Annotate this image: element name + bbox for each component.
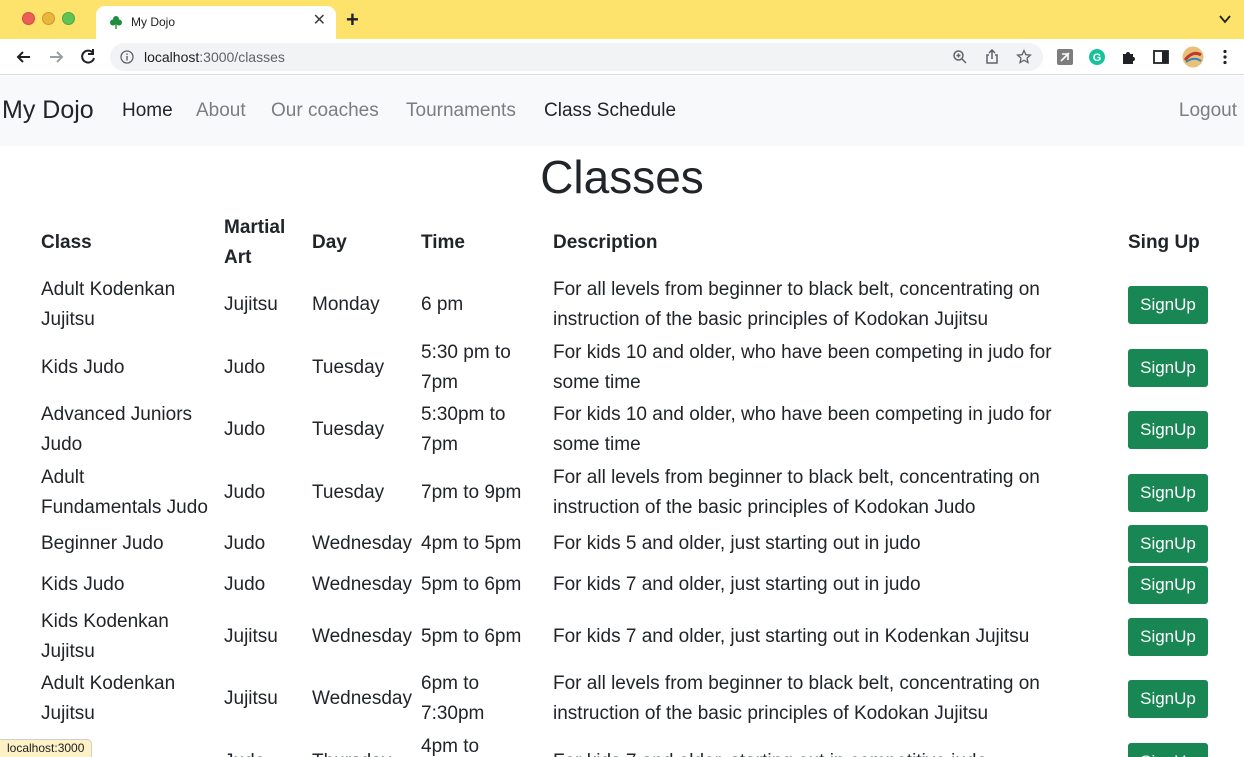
puzzle-extensions-icon[interactable] (1120, 48, 1138, 66)
cell-martial-art: Jujitsu (224, 294, 278, 315)
logout-link[interactable]: Logout (1179, 100, 1237, 122)
cell-day: Monday (312, 294, 380, 315)
cell-time: 5:30pm to 7pm (421, 404, 506, 455)
cell-description: For all levels from beginner to black be… (553, 279, 1040, 330)
cell-class-name: Kids Judo (41, 574, 125, 595)
back-icon[interactable] (14, 47, 34, 67)
new-tab-icon[interactable]: + (346, 9, 359, 31)
signup-button[interactable]: SignUp (1128, 286, 1208, 324)
cell-class-name: Adult Kodenkan Jujitsu (41, 279, 176, 330)
cell-day: Wednesday (312, 574, 412, 595)
cell-martial-art: Judo (224, 419, 266, 440)
browser-tab-bar: My Dojo ✕ + (0, 0, 1244, 39)
status-bar-url: localhost:3000 (0, 739, 93, 757)
cell-time: 7pm to 9pm (421, 482, 522, 503)
site-navbar: My Dojo Home About Our coaches Tournamen… (0, 76, 1244, 146)
window-minimize-button[interactable] (42, 12, 55, 25)
cell-class-name: Kids Kodenkan Jujitsu (41, 611, 169, 662)
cell-martial-art: Judo (224, 574, 266, 595)
signup-button[interactable]: SignUp (1128, 349, 1208, 387)
cell-martial-art: Jujitsu (224, 688, 278, 709)
page-title: Classes (540, 151, 704, 203)
signup-button[interactable]: SignUp (1128, 474, 1208, 512)
cell-class-name: Beginner Judo (41, 533, 164, 554)
kebab-menu-icon[interactable] (1216, 48, 1234, 66)
profile-avatar-icon[interactable] (1182, 46, 1204, 68)
cell-description: For kids 7 and older, just starting out … (553, 626, 1030, 647)
signup-button[interactable]: SignUp (1128, 680, 1208, 718)
clover-icon (110, 16, 122, 29)
cell-day: Tuesday (312, 419, 385, 440)
tab-close-icon[interactable]: ✕ (313, 12, 326, 30)
url-text: localhost:3000/classes (144, 49, 285, 65)
cell-martial-art: Judo (224, 357, 266, 378)
cell-martial-art: Judo (224, 533, 266, 554)
cell-description: For kids 7 and older, starting out in co… (553, 747, 987, 757)
signup-button[interactable]: SignUp (1128, 618, 1208, 656)
grammarly-icon[interactable]: G (1088, 48, 1106, 66)
cell-class-name: Advanced Juniors Judo (41, 404, 193, 455)
cell-time: 5pm to 6pm (421, 626, 522, 647)
zoom-icon[interactable] (952, 49, 968, 65)
nav-our-coaches[interactable]: Our coaches (271, 100, 379, 122)
brand-logo[interactable]: My Dojo (2, 96, 94, 125)
reload-icon[interactable] (78, 47, 98, 67)
forward-icon[interactable] (46, 47, 66, 67)
cell-time: 4pm to 5pm (421, 533, 522, 554)
cell-time: 5:30 pm to 7pm (421, 342, 511, 393)
address-bar[interactable]: localhost:3000/classes (110, 43, 1043, 71)
cell-day: Wednesday (312, 626, 412, 647)
cell-description: For all levels from beginner to black be… (553, 673, 1040, 724)
cell-day: Wednesday (312, 533, 412, 554)
cell-day: Thursday (312, 747, 391, 757)
cell-class-name: Adult Fundamentals Judo (41, 467, 208, 518)
cell-description: For kids 7 and older, just starting out … (553, 574, 921, 595)
tab-title: My Dojo (131, 15, 176, 29)
header-description: Description (553, 232, 658, 253)
cell-martial-art: Judo (224, 482, 266, 503)
cell-description: For all levels from beginner to black be… (553, 467, 1040, 518)
cell-time: 5pm to 6pm (421, 574, 522, 595)
info-icon[interactable] (120, 50, 134, 64)
side-panel-icon[interactable] (1152, 48, 1170, 66)
cell-time: 6 pm (421, 294, 464, 315)
header-class: Class (41, 232, 92, 253)
header-time: Time (421, 232, 466, 253)
window-zoom-button[interactable] (62, 12, 75, 25)
cell-martial-art: Judo (224, 747, 265, 757)
cell-martial-art: Jujitsu (224, 626, 278, 647)
header-day: Day (312, 232, 347, 253)
bookmark-star-icon[interactable] (1016, 49, 1032, 65)
window-close-button[interactable] (22, 12, 35, 25)
cell-class-name: Adult Kodenkan Jujitsu (41, 673, 176, 724)
nav-tournaments[interactable]: Tournaments (406, 100, 516, 122)
nav-about[interactable]: About (196, 100, 246, 122)
nav-home[interactable]: Home (122, 100, 173, 122)
browser-toolbar: localhost:3000/classes G (0, 39, 1244, 75)
header-signup: Sing Up (1128, 232, 1200, 253)
cell-description: For kids 10 and older, who have been com… (553, 342, 1052, 393)
cell-time: 6pm to 7:30pm (421, 673, 485, 724)
cell-day: Tuesday (312, 482, 385, 503)
share-icon[interactable] (984, 49, 1000, 65)
signup-button[interactable]: SignUp (1128, 525, 1208, 563)
nav-class-schedule[interactable]: Class Schedule (544, 100, 676, 122)
cell-description: For kids 5 and older, just starting out … (553, 533, 921, 554)
header-martial-art: Martial Art (224, 217, 286, 268)
signup-button[interactable]: SignUp (1128, 566, 1208, 604)
signup-button[interactable]: SignUp (1128, 743, 1208, 757)
cell-class-name: Kids Judo (41, 357, 125, 378)
svg-text:G: G (1093, 52, 1102, 64)
chevron-down-icon[interactable] (1218, 12, 1232, 26)
cell-day: Wednesday (312, 688, 412, 709)
signup-button[interactable]: SignUp (1128, 411, 1208, 449)
cell-time: 4pm to5pm (421, 736, 480, 757)
cell-day: Tuesday (312, 357, 385, 378)
browser-tab[interactable]: My Dojo ✕ (96, 6, 336, 39)
extension-gray-icon[interactable] (1056, 48, 1074, 66)
cell-description: For kids 10 and older, who have been com… (553, 404, 1052, 455)
